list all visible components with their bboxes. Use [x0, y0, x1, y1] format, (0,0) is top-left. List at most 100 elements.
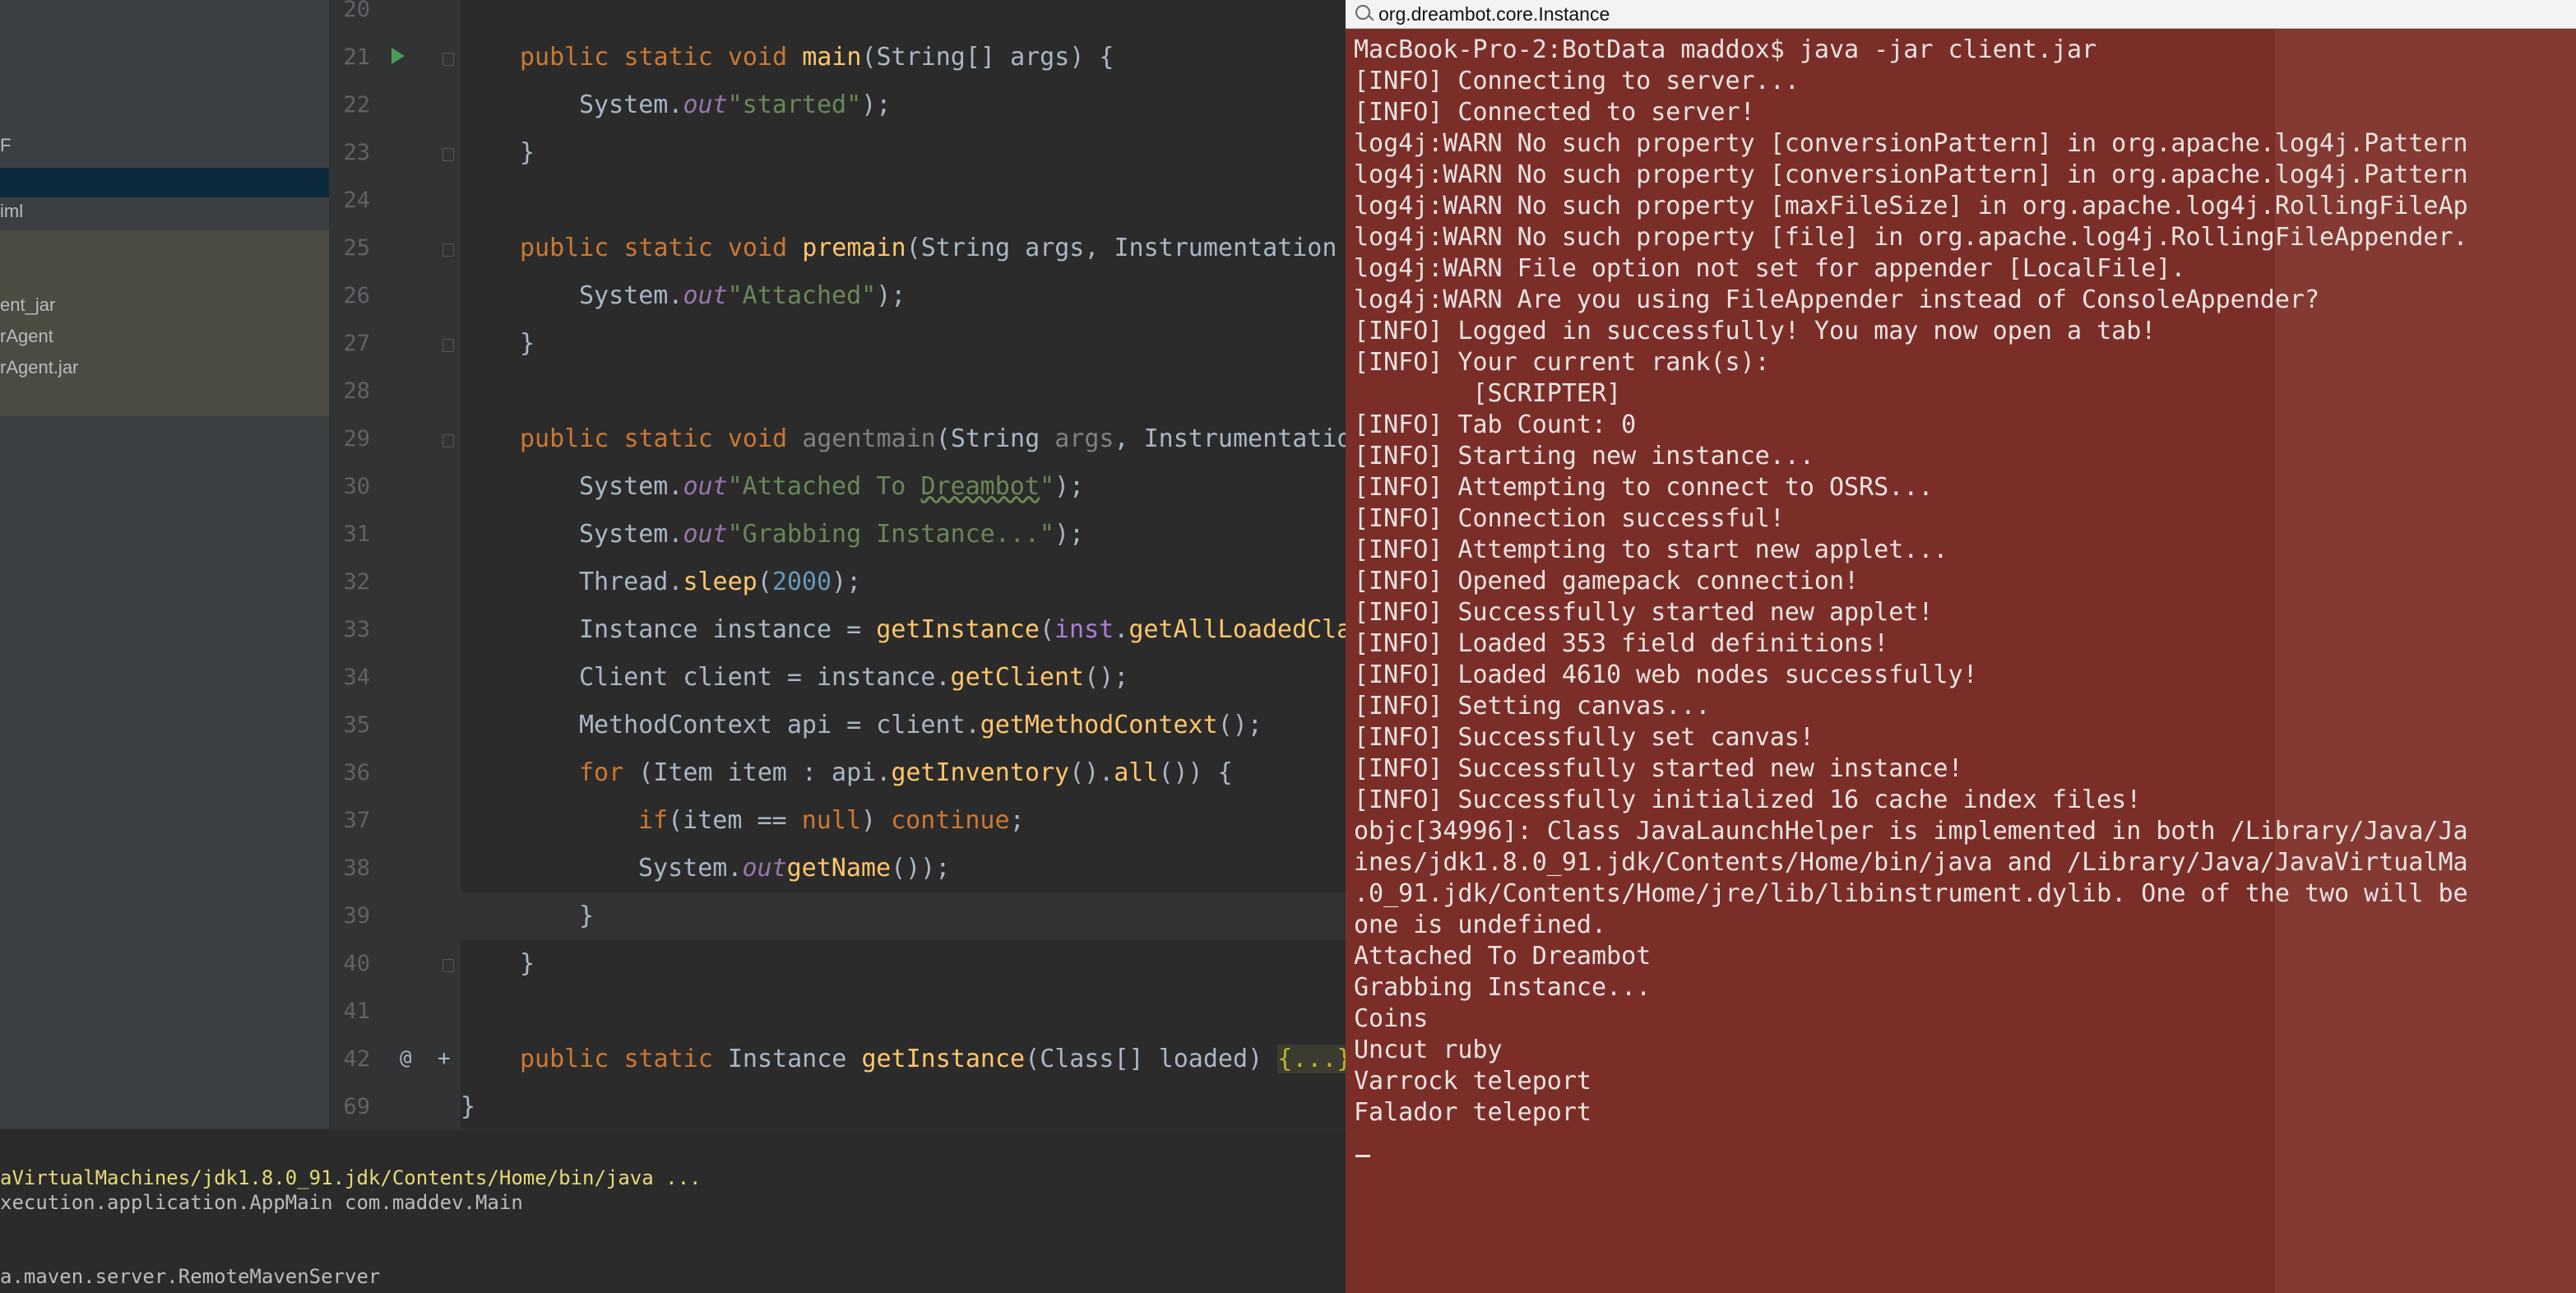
fold-icon[interactable]: [442, 243, 454, 257]
line-number: 23: [343, 140, 370, 165]
code-token: ().: [1069, 758, 1114, 787]
code-line-25[interactable]: public static void premain(String args, …: [520, 225, 1337, 272]
code-line-30[interactable]: System.out"Attached To Dreambot");: [579, 463, 1084, 511]
line-number: 33: [343, 617, 370, 642]
fold-icon[interactable]: [442, 339, 454, 352]
terminal-line: Falador teleport: [1354, 1098, 1591, 1127]
code-line-42[interactable]: public static Instance getInstance(Class…: [520, 1036, 1346, 1083]
tree-item[interactable]: rAgent: [0, 326, 53, 347]
code-token: instance =: [697, 615, 877, 644]
code-token: );: [876, 281, 906, 310]
terminal-window[interactable]: org.dreambot.core.Instance MacBook-Pro-2…: [1346, 0, 2576, 1293]
tree-item[interactable]: ent_jar: [0, 294, 55, 316]
code-line-37[interactable]: if(item == null) continue;: [638, 797, 1025, 845]
code-line-36[interactable]: for (Item item : api.getInventory().all(…: [579, 749, 1233, 797]
fold-icon[interactable]: [442, 959, 454, 972]
code-line-38[interactable]: System.outgetName());: [638, 845, 950, 892]
tree-item[interactable]: rAgent.jar: [0, 357, 78, 378]
code-line-40[interactable]: }: [520, 940, 535, 988]
code-line-31[interactable]: System.out"Grabbing Instance...");: [579, 511, 1084, 558]
code-line-39[interactable]: }: [579, 892, 594, 940]
code-token: Item: [653, 758, 713, 787]
code-token: (: [623, 758, 654, 787]
code-line-21[interactable]: public static void main(String[] args) {: [520, 34, 1114, 81]
terminal-line: [INFO] Connecting to server...: [1354, 67, 1800, 95]
expand-icon[interactable]: +: [438, 1046, 451, 1071]
line-number: 39: [343, 903, 370, 929]
code-token: main: [802, 43, 862, 72]
code-token: "Grabbing Instance...": [727, 520, 1054, 549]
code-token: void: [727, 43, 788, 72]
terminal-line: log4j:WARN No such property [file] in or…: [1354, 223, 2468, 252]
override-icon[interactable]: @: [400, 1046, 411, 1069]
code-token: Client: [579, 663, 669, 692]
code-token: api = client.: [771, 711, 980, 739]
code-token: static: [623, 1045, 713, 1073]
terminal-line: log4j:WARN No such property [conversionP…: [1354, 129, 2468, 158]
console-line: aVirtualMachines/jdk1.8.0_91.jdk/Content…: [0, 1166, 702, 1189]
terminal-line: [INFO] Loaded 4610 web nodes successfull…: [1354, 660, 1978, 689]
terminal-line: log4j:WARN Are you using FileAppender in…: [1354, 285, 2319, 314]
code-token: inst: [1054, 615, 1114, 644]
fold-icon[interactable]: [442, 434, 454, 447]
line-number: 20: [343, 0, 370, 22]
code-token: ): [1248, 1045, 1278, 1073]
code-token: .: [668, 568, 683, 596]
terminal-search-input[interactable]: org.dreambot.core.Instance: [1378, 2, 1610, 26]
code-line-27[interactable]: }: [520, 320, 535, 368]
code-token: 2000: [771, 568, 832, 596]
run-icon[interactable]: [391, 48, 405, 64]
terminal-line: MacBook-Pro-2:BotData maddox$ java -jar …: [1354, 35, 2097, 64]
code-token: );: [861, 90, 892, 119]
code-token: System.: [579, 90, 683, 119]
terminal-line: log4j:WARN No such property [maxFileSize…: [1354, 192, 2468, 220]
code-token: Instance: [579, 615, 698, 644]
line-number: 40: [343, 951, 370, 976]
terminal-line: [INFO] Starting new instance...: [1354, 442, 1814, 470]
code-token: System.: [579, 472, 683, 501]
line-number: 22: [343, 92, 370, 118]
code-token: (: [906, 234, 921, 262]
code-line-69[interactable]: }: [461, 1083, 475, 1131]
terminal-line: [INFO] Successfully set canvas!: [1354, 723, 1814, 752]
code-line-33[interactable]: Instance instance = getInstance(inst.get…: [579, 606, 1346, 654]
code-token: client = instance.: [668, 663, 951, 692]
fold-icon[interactable]: [442, 148, 454, 161]
code-token: ": [1039, 472, 1054, 501]
code-line-29[interactable]: public static void agentmain(String args…: [520, 415, 1346, 463]
tree-item[interactable]: iml: [0, 201, 23, 222]
terminal-line: objc[34996]: Class JavaLaunchHelper is i…: [1354, 817, 2468, 846]
code-token: item : api.: [712, 758, 892, 787]
terminal-line: log4j:WARN File option not set for appen…: [1354, 254, 2186, 283]
code-token: static: [623, 234, 713, 262]
code-token: sleep: [683, 568, 758, 596]
code-token: ());: [891, 854, 951, 883]
run-console: aVirtualMachines/jdk1.8.0_91.jdk/Content…: [0, 1128, 1346, 1293]
terminal-line: Attached To Dreambot: [1354, 942, 1652, 971]
code-line-32[interactable]: Thread.sleep(2000);: [579, 558, 861, 606]
folded-code-token[interactable]: {...}: [1277, 1045, 1346, 1073]
code-token: getAllLoadedCla: [1128, 615, 1346, 644]
code-token: ();: [1084, 663, 1129, 692]
terminal-line: [INFO] Setting canvas...: [1354, 692, 1711, 721]
code-token: continue: [891, 806, 1010, 835]
code-line-34[interactable]: Client client = instance.getClient();: [579, 654, 1128, 702]
fold-icon[interactable]: [442, 53, 454, 66]
code-token: String: [950, 424, 1040, 453]
code-token: ) {: [1069, 43, 1114, 72]
code-line-35[interactable]: MethodContext api = client.getMethodCont…: [579, 702, 1263, 749]
line-number: 21: [343, 44, 370, 70]
code-line-22[interactable]: System.out"started");: [579, 81, 891, 129]
terminal-search-bar[interactable]: org.dreambot.core.Instance: [1346, 0, 2576, 29]
tree-selected-row[interactable]: [0, 168, 329, 197]
tree-item[interactable]: F: [0, 135, 11, 156]
code-token: public: [520, 234, 609, 262]
code-line-26[interactable]: System.out"Attached");: [579, 272, 906, 320]
code-line-23[interactable]: }: [520, 129, 535, 177]
code-token: getInventory: [891, 758, 1070, 787]
line-number: 32: [343, 569, 370, 595]
code-token: public: [520, 1045, 609, 1073]
code-token: public: [520, 424, 609, 453]
console-line: a.maven.server.RemoteMavenServer: [0, 1265, 381, 1288]
